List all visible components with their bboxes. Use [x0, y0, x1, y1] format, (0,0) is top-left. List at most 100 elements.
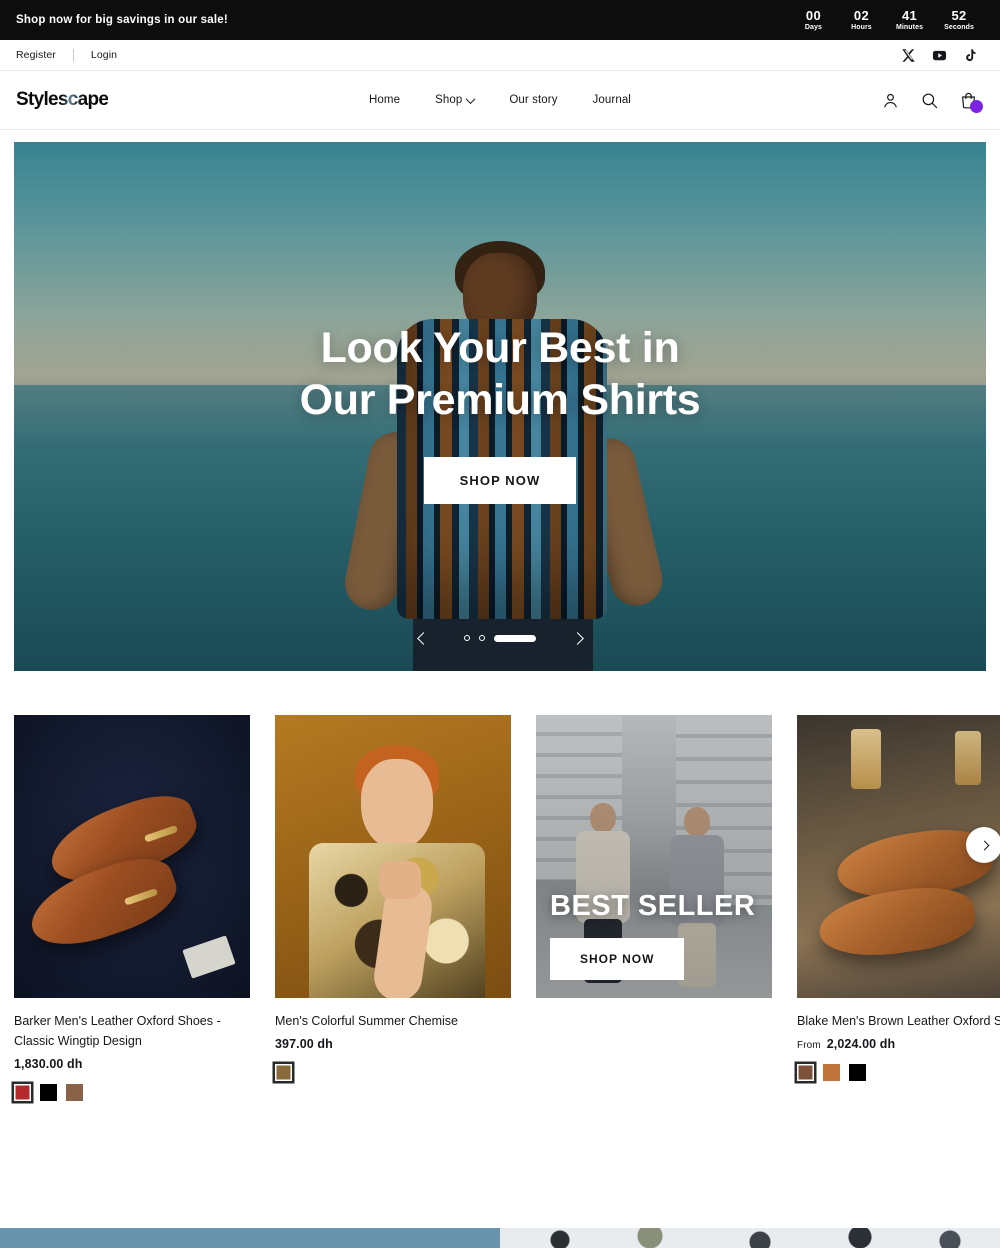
login-link[interactable]: Login — [91, 49, 117, 61]
announcement-text: Shop now for big savings in our sale! — [16, 14, 228, 26]
countdown-timer: 00 Days 02 Hours 41 Minutes 52 Seconds — [800, 9, 974, 32]
countdown-seconds-value: 52 — [951, 7, 967, 23]
chevron-right-icon — [570, 631, 584, 645]
chevron-right-icon — [979, 840, 989, 850]
youtube-icon[interactable] — [932, 48, 947, 63]
countdown-minutes-value: 41 — [902, 7, 918, 23]
brogue-bottom — [815, 880, 979, 964]
nav-item-our-story-label: Our story — [509, 94, 558, 106]
countdown-unit-days: 00 Days — [800, 9, 827, 32]
hero-title-line-2: Our Premium Shirts — [299, 376, 701, 425]
hero-dot-3-active[interactable] — [494, 634, 536, 642]
tiktok-icon[interactable] — [963, 48, 978, 63]
nav-item-shop-label: Shop — [435, 94, 463, 106]
chevron-left-icon — [416, 631, 430, 645]
product-image-barker-oxford[interactable] — [14, 715, 250, 998]
account-links: Register Login — [16, 48, 117, 62]
divider — [72, 48, 74, 62]
hero-content: Look Your Best in Our Premium Shirts SHO… — [14, 142, 986, 671]
utility-bar: Register Login — [0, 40, 1000, 71]
swatch-black[interactable] — [40, 1084, 57, 1101]
product-price-prefix: From — [797, 1040, 821, 1051]
register-link[interactable]: Register — [16, 49, 56, 61]
next-section-image — [500, 1228, 1000, 1248]
nav-item-journal-label: Journal — [592, 94, 631, 106]
countdown-days-value: 00 — [805, 7, 821, 23]
countdown-hours-label: Hours — [851, 24, 872, 32]
product-card[interactable]: Barker Men's Leather Oxford Shoes - Clas… — [14, 715, 250, 1101]
main-navigation: Home Shop Our story Journal — [0, 93, 1000, 106]
product-title[interactable]: Barker Men's Leather Oxford Shoes - Clas… — [14, 1011, 250, 1051]
countdown-unit-seconds: 52 Seconds — [944, 9, 974, 32]
product-carousel-next-button[interactable] — [966, 827, 1000, 863]
product-price-value: 2,024.00 dh — [826, 1037, 896, 1051]
hero-shop-now-button[interactable]: SHOP NOW — [423, 456, 577, 504]
x-icon[interactable] — [901, 48, 916, 63]
promo-card-body: BEST SELLER SHOP NOW — [536, 715, 772, 998]
hero-title-line-1: Look Your Best in — [320, 324, 680, 372]
swatch-brown[interactable] — [797, 1064, 814, 1081]
horsebit-detail — [123, 887, 159, 906]
product-price: 397.00 dh — [275, 1037, 333, 1051]
social-links — [901, 48, 978, 63]
product-title[interactable]: Men's Colorful Summer Chemise — [275, 1011, 511, 1031]
model-head — [361, 759, 433, 849]
hero-dot-1[interactable] — [464, 635, 470, 641]
product-card[interactable]: Blake Men's Brown Leather Oxford Shoes F… — [797, 715, 1000, 1101]
promo-shop-now-button[interactable]: SHOP NOW — [550, 938, 685, 980]
product-price: From 2,024.00 dh — [797, 1037, 1000, 1051]
cart-count-badge — [970, 99, 983, 113]
swatch-black[interactable] — [849, 1064, 866, 1081]
swatch-brown[interactable] — [66, 1084, 83, 1101]
promo-title: BEST SELLER — [550, 890, 756, 922]
hero-dot-2[interactable] — [479, 635, 485, 641]
product-color-swatches — [275, 1064, 511, 1081]
site-logo[interactable]: Stylescape — [16, 89, 109, 111]
chevron-down-icon — [465, 93, 476, 104]
countdown-unit-hours: 02 Hours — [848, 9, 875, 32]
product-info: Blake Men's Brown Leather Oxford Shoes F… — [797, 998, 1000, 1081]
product-price: 1,830.00 dh — [14, 1057, 83, 1071]
model-hand — [379, 861, 421, 899]
product-info: Barker Men's Leather Oxford Shoes - Clas… — [14, 998, 250, 1101]
next-section-preview — [0, 1228, 1000, 1248]
nav-item-home-label: Home — [369, 94, 401, 106]
hero-carousel-controls — [14, 627, 986, 649]
announcement-bar: Shop now for big savings in our sale! 00… — [0, 0, 1000, 40]
product-image-summer-chemise[interactable] — [275, 715, 511, 998]
promo-content: BEST SELLER SHOP NOW — [550, 892, 758, 980]
countdown-hours-value: 02 — [853, 7, 869, 23]
product-info: Men's Colorful Summer Chemise 397.00 dh — [275, 998, 511, 1081]
next-section-panel — [0, 1228, 500, 1248]
nav-item-our-story[interactable]: Our story — [509, 94, 557, 106]
nav-item-shop[interactable]: Shop — [435, 93, 476, 106]
product-carousel: Barker Men's Leather Oxford Shoes - Clas… — [14, 715, 1000, 1101]
nav-item-journal[interactable]: Journal — [593, 94, 631, 106]
header-actions — [881, 91, 983, 113]
countdown-seconds-label: Seconds — [944, 24, 974, 32]
product-card[interactable]: Men's Colorful Summer Chemise 397.00 dh — [275, 715, 511, 1101]
countdown-days-label: Days — [804, 24, 823, 32]
nav-item-home[interactable]: Home — [369, 94, 400, 106]
hero-carousel: Look Your Best in Our Premium Shirts SHO… — [14, 142, 986, 671]
hero-title: Look Your Best in Our Premium Shirts — [300, 322, 701, 427]
product-title[interactable]: Blake Men's Brown Leather Oxford Shoes — [797, 1011, 1000, 1031]
countdown-unit-minutes: 41 Minutes — [896, 9, 923, 32]
product-color-swatches — [797, 1064, 1000, 1081]
shoe-tree-left — [851, 729, 881, 789]
account-icon[interactable] — [881, 91, 900, 110]
hero-next-button[interactable] — [566, 627, 588, 649]
search-icon[interactable] — [920, 91, 939, 110]
hero-prev-button[interactable] — [412, 627, 434, 649]
swatch-patterned[interactable] — [275, 1064, 292, 1081]
promo-card-best-seller[interactable]: BEST SELLER SHOP NOW — [536, 715, 772, 1101]
swatch-tan[interactable] — [823, 1064, 840, 1081]
site-header: Stylescape Home Shop Our story Journal — [0, 71, 1000, 130]
swatch-red[interactable] — [14, 1084, 31, 1101]
product-color-swatches — [14, 1084, 250, 1101]
shoe-tree-right — [955, 731, 981, 785]
horsebit-detail — [143, 824, 179, 843]
cart-icon[interactable] — [959, 91, 983, 113]
hero-pagination-dots — [464, 634, 536, 642]
shoe-insole-label — [182, 935, 236, 979]
